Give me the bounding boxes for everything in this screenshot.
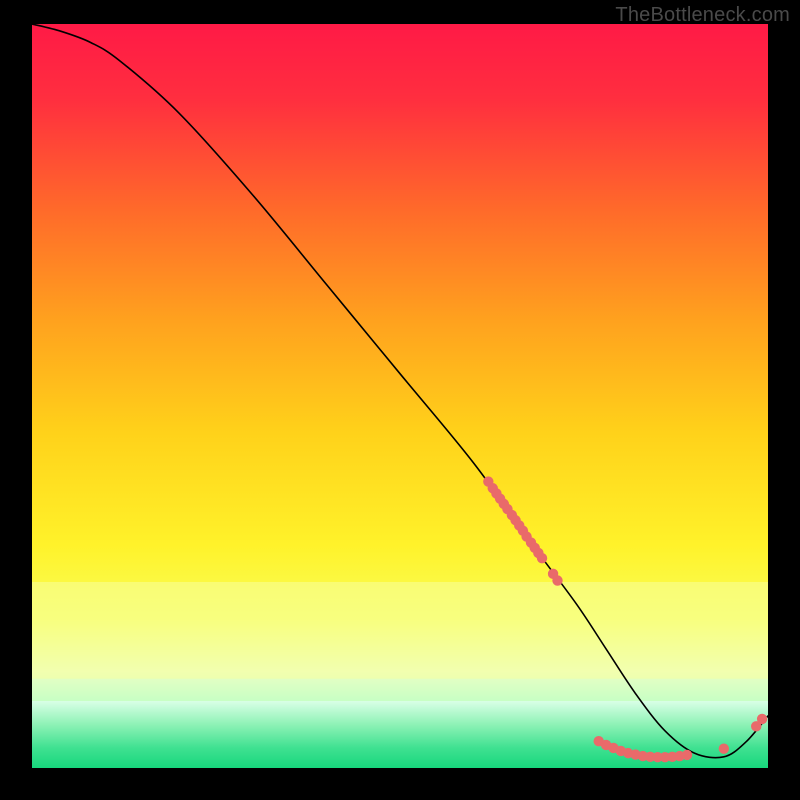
data-point <box>682 750 692 760</box>
chart-svg <box>32 24 768 768</box>
chart-stage: TheBottleneck.com <box>0 0 800 800</box>
data-point <box>757 714 767 724</box>
yellow-band <box>32 582 768 679</box>
data-point <box>537 553 547 563</box>
plot-area <box>32 24 768 768</box>
data-point <box>719 743 729 753</box>
data-point <box>552 575 562 585</box>
